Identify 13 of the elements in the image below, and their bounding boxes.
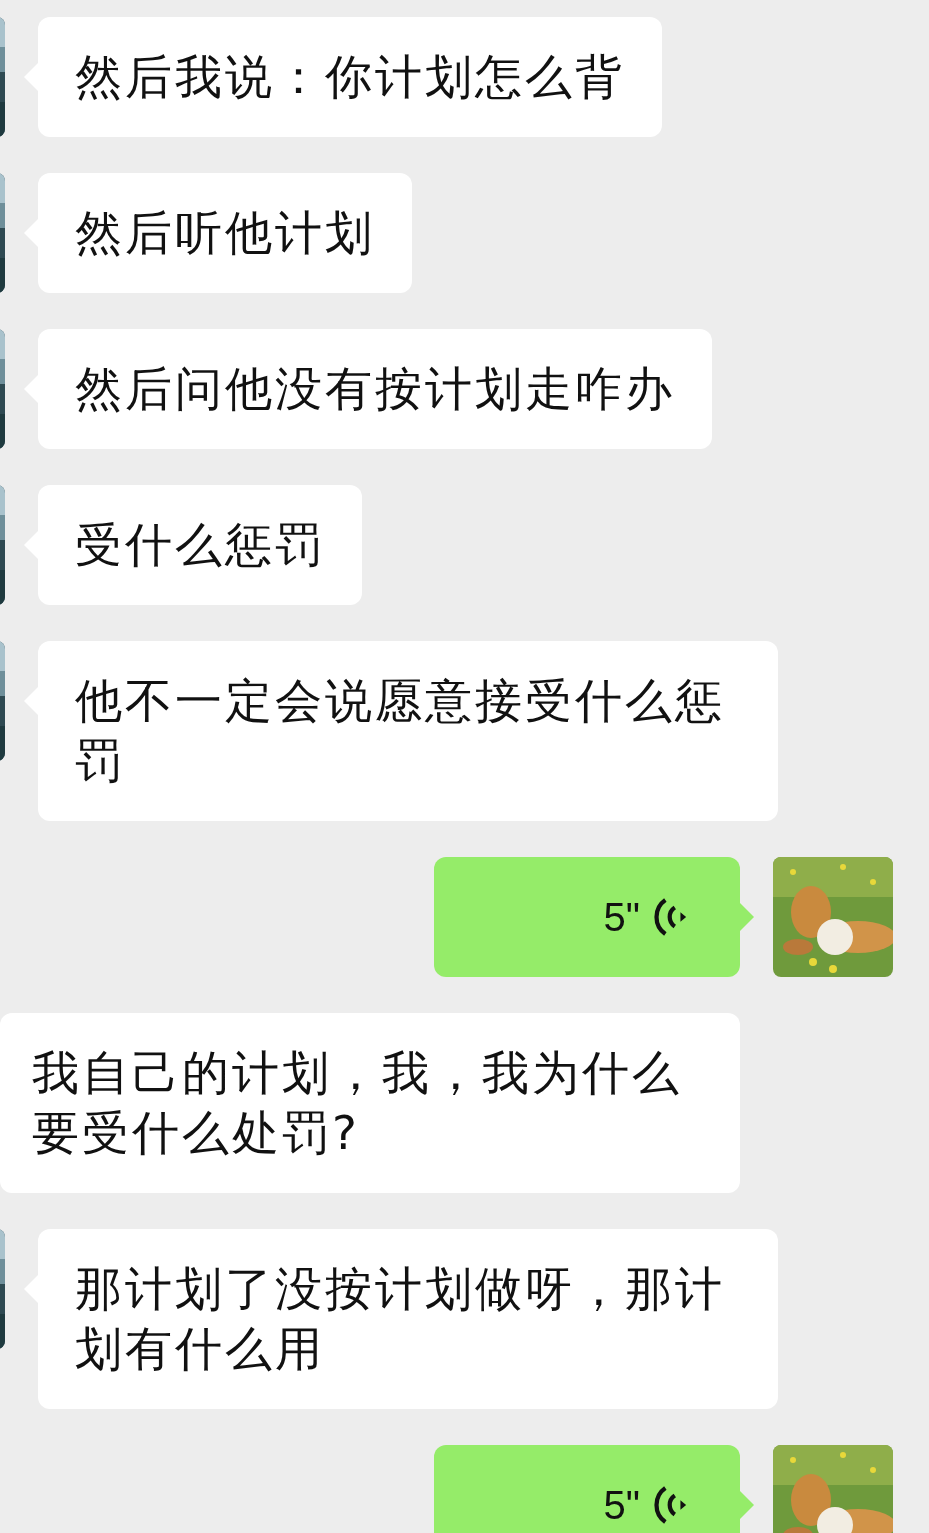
- bubble-tail: [740, 903, 754, 931]
- message-bubble: 然后我说：你计划怎么背: [38, 17, 662, 137]
- voice-message[interactable]: 5": [434, 857, 740, 977]
- message-bubble: 他不一定会说愿意接受什么惩罚: [38, 641, 778, 821]
- message-bubble: 受什么惩罚: [38, 485, 362, 605]
- voice-message[interactable]: 5": [434, 1445, 740, 1533]
- message-bubble: 那计划了没按计划做呀，那计划有什么用: [38, 1229, 778, 1409]
- message-bubble: 然后问他没有按计划走咋办: [38, 329, 712, 449]
- message-bubble: 然后听他计划: [38, 173, 412, 293]
- voice-icon: [654, 896, 688, 938]
- transcript-bubble: 我自己的计划，我，我为什么要受什么处罚?: [0, 1013, 740, 1193]
- voice-icon: [654, 1484, 688, 1526]
- bubble-tail: [740, 1491, 754, 1519]
